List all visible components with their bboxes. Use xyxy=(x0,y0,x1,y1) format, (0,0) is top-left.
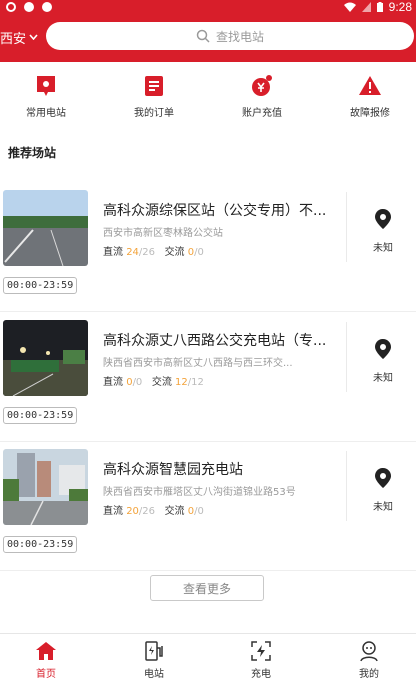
home-icon xyxy=(36,642,56,660)
charging-station-icon xyxy=(145,641,163,661)
notification-icon xyxy=(6,2,16,12)
clock: 9:28 xyxy=(388,0,412,14)
bottom-tab-bar: 首页 电站 充电 我的 xyxy=(0,633,416,681)
dc-total: /26 xyxy=(138,247,156,258)
signal-icon xyxy=(361,2,371,12)
profile-icon xyxy=(360,641,378,662)
station-address: 西安市高新区枣林路公交站 xyxy=(103,228,223,239)
charger-counts: 直流 24/26 交流 0/0 xyxy=(103,247,204,258)
station-name: 高科众源丈八西路公交充电站（专... xyxy=(103,333,327,349)
quick-action-recharge[interactable]: 账户充值 xyxy=(220,74,304,119)
charger-counts: 直流 20/26 交流 0/0 xyxy=(103,506,204,517)
order-list-icon xyxy=(145,76,163,96)
navigate-button[interactable]: 未知 xyxy=(370,338,396,384)
station-name: 高科众源智慧园充电站 xyxy=(103,462,243,478)
dc-available: 24 xyxy=(126,247,139,258)
dc-available: 20 xyxy=(126,506,139,517)
wallet-recharge-icon xyxy=(252,75,272,96)
city-selector[interactable]: 西安 xyxy=(0,26,38,48)
opening-hours: 00:00-23:59 xyxy=(3,277,78,294)
section-title: 推荐场站 xyxy=(8,146,57,160)
distance-status: 未知 xyxy=(373,373,393,384)
ac-total: /12 xyxy=(187,377,204,388)
divider xyxy=(346,322,347,392)
wifi-icon xyxy=(343,2,356,12)
battery-icon xyxy=(376,2,383,12)
tab-charge[interactable]: 充电 xyxy=(231,640,291,680)
status-bar: 9:28 xyxy=(0,0,416,14)
distance-status: 未知 xyxy=(373,502,393,513)
view-more-button[interactable]: 查看更多 xyxy=(150,575,264,601)
station-address: 陕西省西安市高新区丈八西路与西三环交... xyxy=(103,358,293,369)
dc-total: /26 xyxy=(138,506,156,517)
app-header: 9:28 西安 查找电站 xyxy=(0,0,416,62)
navigate-button[interactable]: 未知 xyxy=(370,208,396,254)
tab-home[interactable]: 首页 xyxy=(16,640,76,680)
search-placeholder: 查找电站 xyxy=(215,29,264,44)
app-notification-icon xyxy=(24,2,34,12)
tab-stations[interactable]: 电站 xyxy=(124,640,184,680)
chevron-down-icon xyxy=(29,34,38,40)
station-card[interactable]: 高科众源综保区站（公交专用）不... 西安市高新区枣林路公交站 直流 24/26… xyxy=(0,190,416,312)
app-notification-icon xyxy=(42,2,52,12)
warning-icon xyxy=(359,76,381,95)
scan-charge-icon xyxy=(251,641,271,661)
quick-actions: 常用电站 我的订单 账户充值 故障报修 xyxy=(0,74,416,126)
quick-action-report-fault[interactable]: 故障报修 xyxy=(328,74,412,119)
station-address: 陕西省西安市雁塔区丈八沟街道锦业路53号 xyxy=(103,487,296,498)
station-photo xyxy=(3,449,88,525)
station-photo xyxy=(3,320,88,396)
location-pin-icon xyxy=(375,339,391,359)
station-card[interactable]: 高科众源丈八西路公交充电站（专... 陕西省西安市高新区丈八西路与西三环交...… xyxy=(0,320,416,442)
ac-total: /0 xyxy=(194,247,204,258)
opening-hours: 00:00-23:59 xyxy=(3,536,78,553)
divider xyxy=(346,192,347,262)
opening-hours: 00:00-23:59 xyxy=(3,407,78,424)
ac-total: /0 xyxy=(194,506,204,517)
navigate-button[interactable]: 未知 xyxy=(370,467,396,513)
location-pin-icon xyxy=(375,209,391,229)
search-icon xyxy=(196,29,210,43)
station-photo xyxy=(3,190,88,266)
bookmark-station-icon xyxy=(37,76,55,96)
tab-profile[interactable]: 我的 xyxy=(339,640,399,680)
station-card[interactable]: 高科众源智慧园充电站 陕西省西安市雁塔区丈八沟街道锦业路53号 直流 20/26… xyxy=(0,449,416,571)
location-pin-icon xyxy=(375,468,391,488)
quick-action-my-orders[interactable]: 我的订单 xyxy=(112,74,196,119)
dc-total: /0 xyxy=(132,377,143,388)
distance-status: 未知 xyxy=(373,243,393,254)
divider xyxy=(346,451,347,521)
charger-counts: 直流 0/0 交流 12/12 xyxy=(103,377,204,388)
station-name: 高科众源综保区站（公交专用）不... xyxy=(103,203,327,219)
quick-action-favorite-stations[interactable]: 常用电站 xyxy=(4,74,88,119)
ac-available: 12 xyxy=(175,377,188,388)
search-input[interactable]: 查找电站 xyxy=(46,22,414,50)
city-label: 西安 xyxy=(0,31,27,47)
